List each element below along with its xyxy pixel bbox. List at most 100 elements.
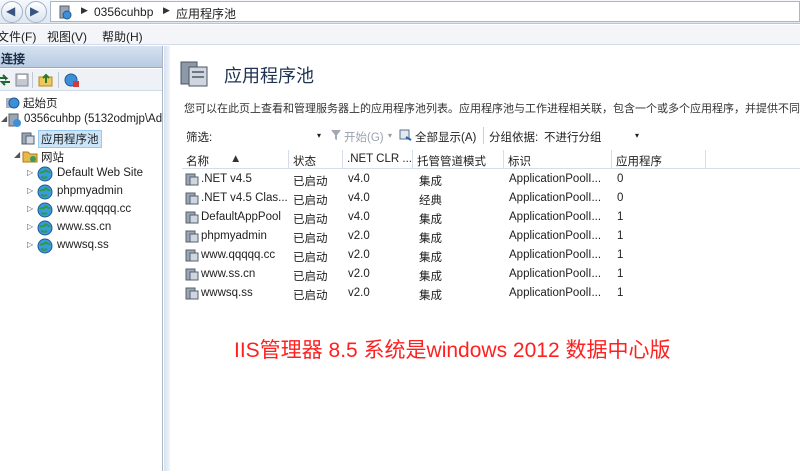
tree-item-label: Default Web Site [57,167,144,179]
start-page-icon [6,97,20,109]
expand-arrow-icon[interactable]: ▷ [27,222,33,231]
expand-arrow-icon[interactable]: ▷ [27,186,33,195]
connect-server-icon[interactable] [64,72,80,88]
cell-identity: ApplicationPoolI... [509,211,602,223]
group-by-dropdown-icon[interactable]: ▾ [635,131,639,140]
cell-applications: 1 [617,287,624,299]
tree-item-site-ss[interactable]: ▷ www.ss.cn [0,219,162,237]
cell-identity: ApplicationPoolI... [509,192,602,204]
column-header-applications[interactable]: 应用程序 [612,150,706,169]
app-pool-icon [185,192,199,205]
column-header-clr[interactable]: .NET CLR ... [343,150,413,169]
filter-divider [483,127,484,144]
filter-toolbar: 筛选: ▾ 开始(G) ▾ 全部显示(A) 分组依据: 不进行分组 ▾ [178,124,800,148]
cell-name: .NET v4.5 Clas... [201,192,288,204]
cell-clr: v4.0 [348,173,370,185]
expand-arrow-icon[interactable]: ▷ [27,168,33,177]
menu-help[interactable]: 帮助(H) [102,28,143,45]
tree-item-app-pools[interactable]: 应用程序池 [0,129,162,148]
globe-icon [37,166,53,182]
cell-clr: v4.0 [348,211,370,223]
collapse-arrow-icon[interactable]: ◢ [14,150,20,159]
menu-file[interactable]: 文件(F) [0,28,36,45]
filter-dropdown-icon[interactable]: ▾ [317,131,321,140]
column-header-label: .NET CLR ... [347,153,412,165]
connect-dropdown-icon[interactable]: ▾ [4,75,8,83]
expand-arrow-icon[interactable]: ▷ [27,204,33,213]
back-arrow-icon: ◀ [6,4,16,18]
sites-folder-icon [22,151,38,163]
go-dropdown-icon[interactable]: ▾ [388,131,392,140]
globe-icon [37,202,53,218]
column-header-status[interactable]: 状态 [289,150,343,169]
expand-arrow-icon[interactable]: ▷ [27,240,33,249]
cell-status: 已启动 [293,252,328,264]
table-row[interactable]: .NET v4.5 Clas... 已启动 v4.0 经典 Applicatio… [182,189,800,208]
column-header-name[interactable]: 名称 ▲ [182,150,289,169]
table-row[interactable]: DefaultAppPool 已启动 v4.0 集成 ApplicationPo… [182,208,800,227]
cell-applications: 1 [617,268,624,280]
tree-item-site-qqqqq[interactable]: ▷ www.qqqqq.cc [0,201,162,219]
cell-clr: v2.0 [348,249,370,261]
tree-item-site-wwwsq[interactable]: ▷ wwwsq.ss [0,237,162,255]
show-all-icon [399,129,412,141]
connections-pane: 连接 ▾ 起始页 ◢ 0356cuhbp (5132odmjp\Ad 应用程序池… [0,46,163,471]
tree-item-start-page[interactable]: 起始页 [0,93,162,111]
cell-status: 已启动 [293,195,328,207]
breadcrumb-separator-icon: ▶ [163,5,170,15]
tree-item-label: phpmyadmin [57,185,123,197]
cell-status: 已启动 [293,176,328,188]
cell-pipeline: 集成 [419,252,442,264]
app-pool-icon [185,249,199,262]
cell-name: wwwsq.ss [201,287,253,299]
cell-status: 已启动 [293,290,328,302]
tree-item-label: 网站 [41,152,64,164]
breadcrumb-separator-icon: ▶ [81,5,88,15]
address-field[interactable]: ▶ 0356cuhbp ▶ 应用程序池 [50,1,800,22]
column-header-pipeline[interactable]: 托管管道模式 [413,150,504,169]
app-pool-icon [185,230,199,243]
cell-pipeline: 集成 [419,271,442,283]
table-row[interactable]: .NET v4.5 已启动 v4.0 集成 ApplicationPoolI..… [182,170,800,189]
tree-item-sites[interactable]: ◢ 网站 [0,147,162,165]
table-row[interactable]: wwwsq.ss 已启动 v2.0 集成 ApplicationPoolI...… [182,284,800,303]
tree-item-server[interactable]: ◢ 0356cuhbp (5132odmjp\Ad [0,111,162,129]
tree-item-site-phpmyadmin[interactable]: ▷ phpmyadmin [0,183,162,201]
cell-applications: 0 [617,192,624,204]
cell-name: DefaultAppPool [201,211,281,223]
tree-item-site-default[interactable]: ▷ Default Web Site [0,165,162,183]
server-icon [59,5,72,20]
cell-identity: ApplicationPoolI... [509,249,602,261]
column-header-identity[interactable]: 标识 [504,150,612,169]
funnel-icon [331,130,341,140]
cell-pipeline: 集成 [419,176,442,188]
filter-label: 筛选: [186,132,213,144]
save-icon[interactable] [14,72,30,88]
column-header-label: 标识 [508,156,531,168]
up-level-icon[interactable] [38,72,54,88]
globe-icon [37,220,53,236]
group-by-select[interactable]: 不进行分组 [544,129,602,145]
column-header-label: 名称 [186,156,209,168]
cell-applications: 1 [617,230,624,242]
table-row[interactable]: www.qqqqq.cc 已启动 v2.0 集成 ApplicationPool… [182,246,800,265]
breadcrumb-server[interactable]: 0356cuhbp [94,5,153,19]
cell-applications: 1 [617,211,624,223]
show-all-button[interactable]: 全部显示(A) [415,129,476,145]
toolbar-divider [32,72,33,88]
go-button[interactable]: 开始(G) [344,129,384,145]
back-button[interactable]: ◀ [1,1,23,23]
table-row[interactable]: www.ss.cn 已启动 v2.0 集成 ApplicationPoolI..… [182,265,800,284]
cell-pipeline: 集成 [419,233,442,245]
pane-splitter[interactable] [164,46,170,471]
cell-name: www.qqqqq.cc [201,249,276,261]
iis-manager-window: ◀ ▶ ▶ 0356cuhbp ▶ 应用程序池 文件(F) 视图(V) 帮助(H… [0,0,800,471]
filter-input[interactable] [218,126,330,145]
forward-button[interactable]: ▶ [25,1,47,23]
table-row[interactable]: phpmyadmin 已启动 v2.0 集成 ApplicationPoolI.… [182,227,800,246]
cell-identity: ApplicationPoolI... [509,230,602,242]
breadcrumb-app-pools[interactable]: 应用程序池 [176,5,236,22]
app-pool-icon [21,132,35,145]
cell-clr: v2.0 [348,287,370,299]
menu-view[interactable]: 视图(V) [47,28,87,45]
